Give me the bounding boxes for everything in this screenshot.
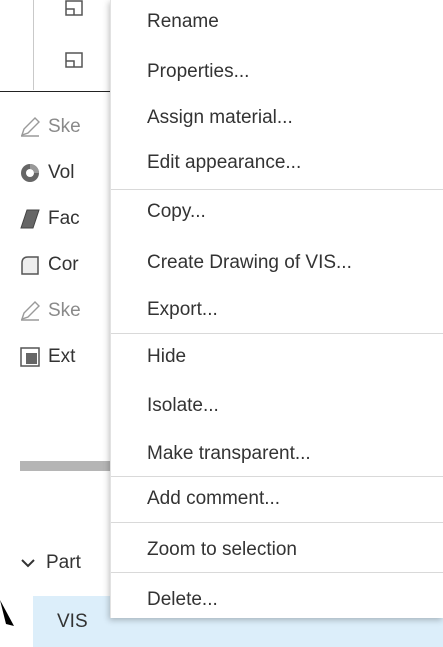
mouse-pointer-icon bbox=[0, 600, 14, 626]
tree-item-extrude[interactable]: Ext bbox=[18, 342, 75, 372]
tree-subitem[interactable] bbox=[62, 0, 92, 24]
tree-connector-line bbox=[33, 0, 34, 90]
chevron-down-icon[interactable] bbox=[18, 553, 38, 573]
tree-item-volume[interactable]: Vol bbox=[18, 158, 74, 188]
rollback-bar[interactable] bbox=[20, 461, 115, 471]
menu-separator bbox=[111, 476, 443, 477]
divider-line bbox=[0, 91, 110, 92]
tree-item-sketch[interactable]: Ske bbox=[18, 112, 81, 142]
sketch-profile-icon bbox=[62, 49, 86, 73]
menu-item-isolate[interactable]: Isolate... bbox=[111, 389, 443, 423]
sketch-icon bbox=[18, 115, 42, 139]
menu-item-make-transparent[interactable]: Make transparent... bbox=[111, 437, 443, 471]
tree-item-label: Vol bbox=[48, 162, 75, 183]
menu-separator bbox=[111, 333, 443, 334]
tree-subitem[interactable] bbox=[62, 46, 92, 76]
menu-item-export[interactable]: Export... bbox=[111, 293, 443, 327]
tree-item-label: Ske bbox=[48, 116, 81, 137]
selected-part-label: VIS bbox=[57, 610, 88, 632]
tree-item-corner[interactable]: Cor bbox=[18, 250, 79, 280]
volume-icon bbox=[18, 161, 42, 185]
tree-item-label: Cor bbox=[48, 254, 79, 275]
menu-item-create-drawing[interactable]: Create Drawing of VIS... bbox=[111, 246, 443, 280]
tree-item-label: Fac bbox=[48, 208, 80, 229]
menu-item-rename[interactable]: Rename bbox=[111, 5, 443, 39]
tree-item-face[interactable]: Fac bbox=[18, 204, 80, 234]
sketch-profile-icon bbox=[62, 0, 86, 21]
face-icon bbox=[18, 207, 42, 231]
corner-icon bbox=[18, 253, 42, 277]
menu-item-zoom-to-selection[interactable]: Zoom to selection bbox=[111, 533, 443, 567]
menu-separator bbox=[111, 522, 443, 523]
menu-separator bbox=[111, 189, 443, 190]
parts-label: Part bbox=[46, 552, 81, 573]
menu-item-hide[interactable]: Hide bbox=[111, 340, 443, 374]
parts-section-header[interactable]: Part bbox=[18, 552, 81, 574]
menu-item-edit-appearance[interactable]: Edit appearance... bbox=[111, 146, 443, 180]
extrude-icon bbox=[18, 345, 42, 369]
menu-item-copy[interactable]: Copy... bbox=[111, 195, 443, 229]
menu-separator bbox=[111, 572, 443, 573]
menu-item-assign-material[interactable]: Assign material... bbox=[111, 101, 443, 135]
context-menu: Rename Properties... Assign material... … bbox=[110, 0, 443, 618]
tree-item-label: Ext bbox=[48, 346, 76, 367]
tree-item-sketch[interactable]: Ske bbox=[18, 296, 81, 326]
tree-item-label: Ske bbox=[48, 300, 81, 321]
menu-item-properties[interactable]: Properties... bbox=[111, 55, 443, 89]
sketch-icon bbox=[18, 299, 42, 323]
menu-item-delete[interactable]: Delete... bbox=[111, 583, 443, 617]
menu-item-add-comment[interactable]: Add comment... bbox=[111, 482, 443, 516]
